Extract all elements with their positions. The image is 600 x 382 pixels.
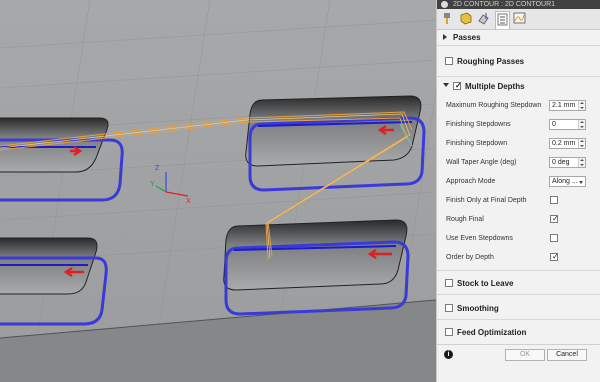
wall-taper-angle-value: 0 deg [552,159,570,166]
heights-icon [478,13,489,25]
max-roughing-stepdown-label: Maximum Roughing Stepdown [446,102,542,109]
info-icon[interactable]: i [444,350,453,359]
rough-final-label: Rough Final [446,216,484,223]
dialog-footer: i OK Cancel [437,344,600,382]
tab-heights[interactable] [477,11,492,26]
order-by-depth-checkbox[interactable]: ✓ [550,252,559,261]
expand-arrow-icon [443,34,447,40]
finishing-stepdowns-input[interactable]: 0 [549,119,586,130]
tab-geometry[interactable] [459,11,474,26]
checkmark-icon: ✓ [552,214,559,223]
section-smoothing[interactable]: Smoothing [437,295,600,320]
feed-optimization-checkbox[interactable] [445,328,453,336]
canvas[interactable]: Z Y X [0,0,436,382]
wall-taper-angle-input[interactable]: 0 deg [549,157,586,168]
multiple-depths-checkbox[interactable]: ✓ [453,81,462,90]
collapse-arrow-icon [443,83,449,87]
tab-linking[interactable] [513,11,528,26]
finishing-stepdown-label: Finishing Stepdown [446,140,508,147]
feed-optimization-label: Feed Optimization [457,328,527,337]
stock-to-leave-checkbox[interactable] [445,279,453,287]
max-roughing-stepdown-input[interactable]: 2.1 mm [549,100,586,111]
checkmark-icon: ✓ [552,252,559,261]
finishing-stepdown-input[interactable]: 0.2 mm [549,138,586,149]
dropdown-arrow-icon [579,181,583,184]
tool-icon [444,13,450,24]
finish-only-final-label: Finish Only at Final Depth [446,197,527,204]
geometry-icon [460,12,472,25]
rough-final-checkbox[interactable]: ✓ [550,214,559,223]
passes-label: Passes [453,33,481,42]
section-multiple-depths[interactable]: ✓ Multiple Depths [437,77,600,95]
passes-icon [497,13,508,26]
wall-taper-angle-label: Wall Taper Angle (deg) [446,159,517,166]
z-axis-label: Z [155,165,160,172]
spinner-icon[interactable] [578,120,585,129]
finishing-stepdown-value: 0.2 mm [552,140,576,147]
spinner-icon[interactable] [578,139,585,148]
smoothing-checkbox[interactable] [445,304,453,312]
operation-dialog: 2D CONTOUR : 2D CONTOUR1 Passes Roughing… [436,0,600,382]
finish-only-final-checkbox[interactable] [550,196,558,204]
finishing-stepdowns-label: Finishing Stepdowns [446,121,511,128]
use-even-stepdowns-checkbox[interactable] [550,234,558,242]
section-feed-optimization[interactable]: Feed Optimization [437,320,600,344]
tab-tool[interactable] [441,11,456,26]
spinner-icon[interactable] [578,158,585,167]
3d-viewport[interactable]: Z Y X [0,0,436,382]
dialog-titlebar[interactable]: 2D CONTOUR : 2D CONTOUR1 [437,0,600,9]
dialog-tabs [437,9,600,30]
tab-passes[interactable] [495,11,510,29]
section-passes[interactable]: Passes [437,29,600,46]
use-even-stepdowns-label: Use Even Stepdowns [446,235,513,242]
spinner-icon[interactable] [578,101,585,110]
stock-to-leave-label: Stock to Leave [457,279,514,288]
y-axis-label: Y [150,181,155,188]
x-axis-label: X [186,198,191,205]
approach-mode-select[interactable]: Along ... [549,176,586,187]
roughing-passes-checkbox[interactable] [445,57,453,65]
ok-button[interactable]: OK [505,349,545,361]
roughing-passes-label: Roughing Passes [457,57,525,66]
finishing-stepdowns-value: 0 [552,121,556,128]
approach-mode-label: Approach Mode [446,178,496,185]
dialog-icon [441,1,448,8]
order-by-depth-label: Order by Depth [446,254,494,261]
linking-icon [513,12,526,24]
cancel-button[interactable]: Cancel [547,349,587,361]
dialog-title: 2D CONTOUR : 2D CONTOUR1 [453,1,556,8]
section-roughing-passes[interactable]: Roughing Passes [437,46,600,77]
approach-mode-value: Along ... [552,178,578,185]
section-stock-to-leave[interactable]: Stock to Leave [437,270,600,295]
checkmark-icon: ✓ [455,81,462,90]
multiple-depths-label: Multiple Depths [465,82,525,91]
max-roughing-stepdown-value: 2.1 mm [552,102,576,109]
smoothing-label: Smoothing [457,304,499,313]
